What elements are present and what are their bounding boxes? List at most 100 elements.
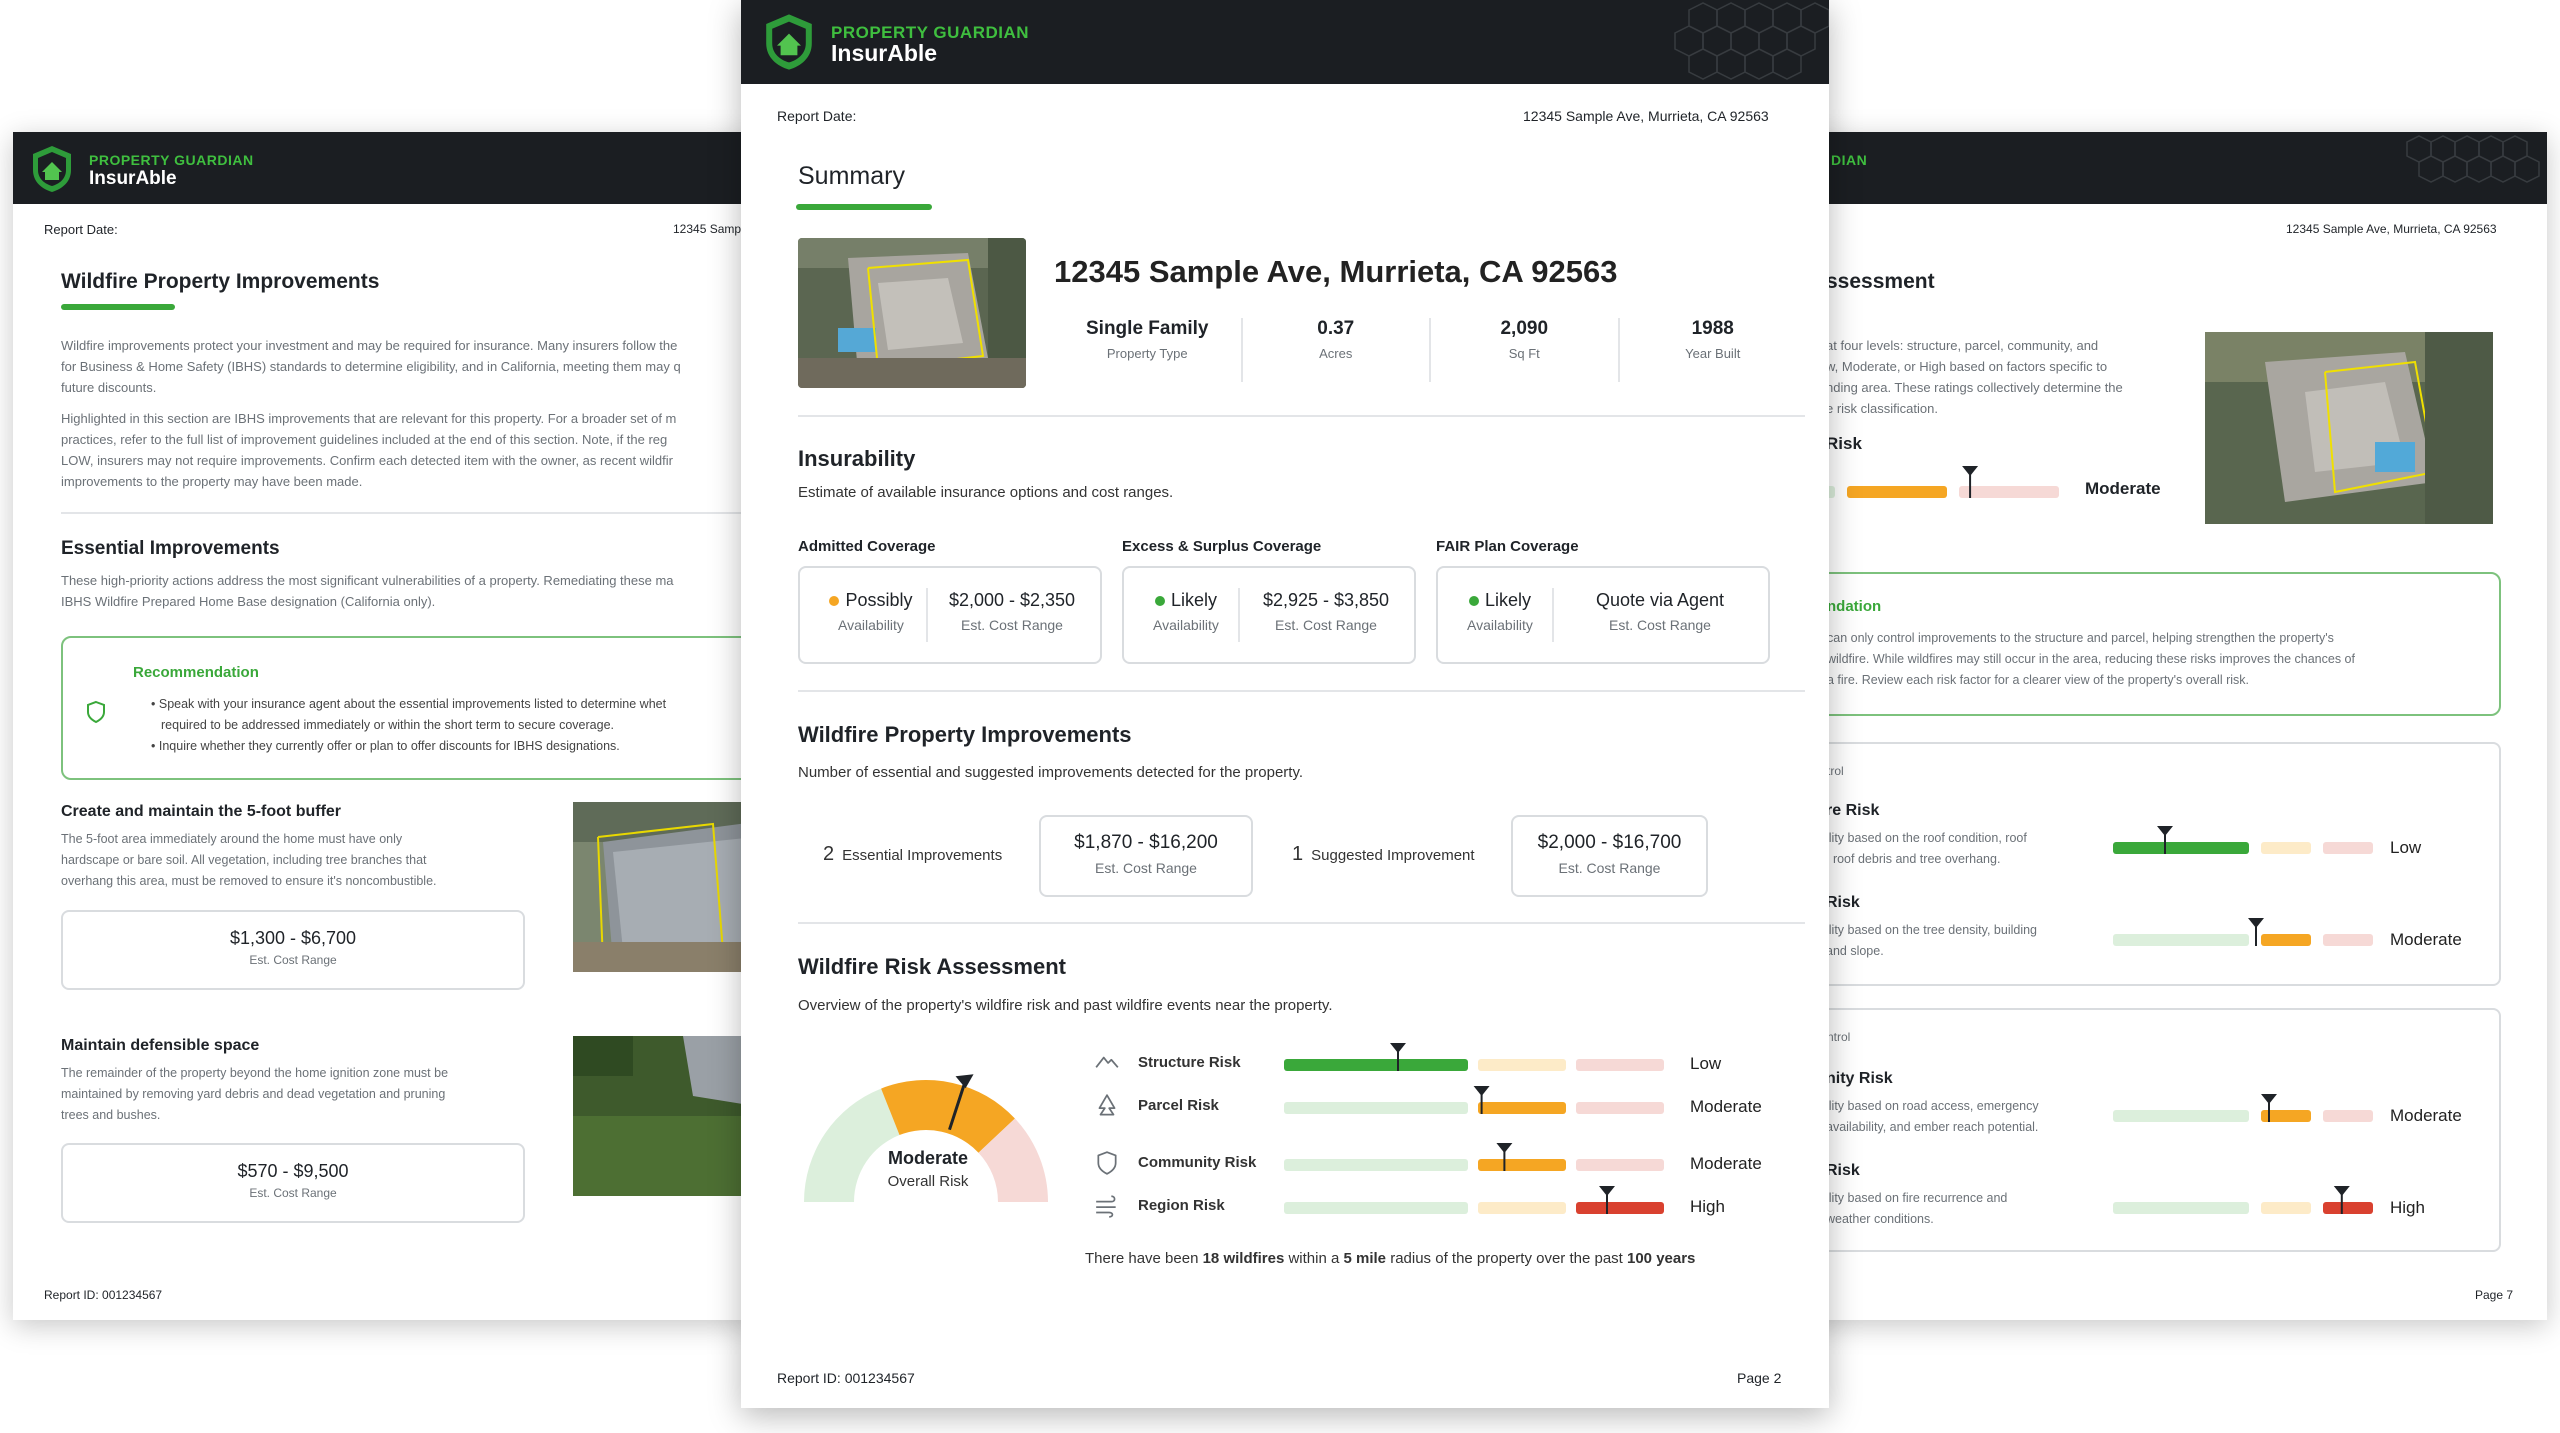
divider	[61, 512, 755, 514]
divider	[798, 922, 1805, 924]
years: 100 years	[1627, 1250, 1696, 1267]
tree-icon	[1098, 1094, 1116, 1116]
report-date-label: Report Date:	[44, 222, 118, 237]
recommendation-text: can only control improvements to the str…	[1827, 628, 2355, 691]
recommendation-text: Inquire whether they currently offer or …	[158, 739, 620, 753]
suggested-count: 1	[1292, 843, 1304, 865]
report-id-value: 001234567	[844, 1370, 915, 1386]
item1-description: The 5-foot area immediately around the h…	[61, 829, 437, 892]
shield-check-icon	[87, 700, 105, 724]
risk-segment-0	[1284, 1202, 1468, 1214]
cost-label: Est. Cost Range	[249, 1186, 337, 1200]
risk-marker	[1390, 1043, 1406, 1053]
cost-value: $2,000 - $2,350	[948, 590, 1076, 610]
risk-segment-2	[1959, 486, 2059, 498]
risk-marker	[1496, 1143, 1513, 1153]
risk-segment-0	[2113, 934, 2249, 946]
item1-cost-card: $1,300 - $6,700 Est. Cost Range	[61, 910, 525, 990]
recommendation-title: Recommendation	[133, 664, 259, 681]
assessment-line: w, Moderate, or High based on factors sp…	[1826, 359, 2108, 374]
report-id-label: Report ID:	[777, 1370, 841, 1386]
intro-line: Wildfire improvements protect your inves…	[61, 338, 678, 353]
risk-name: Parcel Risk	[1138, 1097, 1219, 1114]
report-id: Report ID: 001234567	[777, 1370, 915, 1386]
right-report-page: DIAN 12345 Sample Ave, Murrieta, CA 9256…	[1805, 132, 2547, 1320]
risk-segment-2	[2323, 1110, 2373, 1122]
risk-segment-2	[1576, 1202, 1664, 1214]
risk-bar	[2113, 1094, 2373, 1122]
intro-line: future discounts.	[61, 380, 157, 395]
recommendation-box: Recommendation • Speak with your insuran…	[61, 636, 755, 780]
risk-segment-1	[1478, 1159, 1566, 1171]
property-aerial-photo	[798, 238, 1026, 388]
risk-bar	[1284, 1086, 1664, 1114]
overall-risk-level: Moderate	[2085, 479, 2161, 498]
risk-segment-0	[1284, 1159, 1468, 1171]
availability-value-row: Possibly	[816, 590, 926, 611]
stat-acres: 0.37 Acres	[1243, 318, 1431, 382]
report-id: Report ID: 001234567	[44, 1288, 162, 1302]
stat-value: 1988	[1691, 318, 1734, 339]
risk-factor-line: ility based on fire recurrence and	[1826, 1191, 2008, 1205]
status-dot	[829, 596, 840, 606]
availability: Likely Availability	[1450, 590, 1550, 633]
essential-improvements-count: 2 Essential Improvements	[823, 843, 1002, 866]
brand-tagline: PROPERTY GUARDIAN	[89, 152, 254, 168]
risk-marker	[2157, 826, 2173, 836]
item1-cost: $1,300 - $6,700	[229, 928, 357, 948]
availability-value: Possibly	[845, 590, 913, 610]
availability: Likely Availability	[1136, 590, 1236, 633]
stat-label: Acres	[1319, 346, 1353, 361]
suggested-cost-card: $2,000 - $16,700 Est. Cost Range	[1511, 815, 1708, 897]
risk-factor-title: nity Risk	[1826, 1070, 1893, 1087]
availability-value: Likely	[1170, 590, 1218, 610]
recommendation-item: required to be addressed immediately or …	[151, 715, 666, 736]
cost-label: Est. Cost Range	[1609, 617, 1711, 633]
risk-factor-line: availability, and ember reach potential.	[1826, 1120, 2039, 1134]
item1-line: overhang this area, must be removed to e…	[61, 874, 437, 888]
risk-bar	[1284, 1186, 1664, 1214]
risk-level: High	[1690, 1197, 1725, 1216]
recommendation-text: Speak with your insurance agent about th…	[158, 697, 667, 711]
stat-sqft: 2,090 Sq Ft	[1431, 318, 1620, 382]
history-text: There have been	[1085, 1250, 1203, 1267]
essential-count: 2	[823, 843, 835, 865]
property-aerial-image	[798, 238, 1026, 388]
brand-fragment: DIAN	[1831, 152, 1868, 168]
suggested-improvements-count: 1 Suggested Improvement	[1292, 843, 1475, 866]
risk-segment-1	[2261, 842, 2311, 854]
overall-risk-fragment: Risk	[1826, 434, 1862, 453]
improvements-description: Number of essential and suggested improv…	[798, 764, 1303, 781]
risk-factor-title: Risk	[1826, 1162, 1860, 1179]
left-header: PROPERTY GUARDIAN InsurAble	[13, 132, 755, 204]
shield-logo-icon	[33, 146, 71, 192]
item2-description: The remainder of the property beyond the…	[61, 1063, 448, 1126]
risk-bar	[2113, 1186, 2373, 1214]
risk-marker	[1962, 466, 1979, 476]
suggested-label: Suggested Improvement	[1311, 847, 1475, 864]
recommendation-line: wildfire. While wildfires may still occu…	[1827, 652, 2355, 666]
risk-factor-description: ility based on fire recurrence and weathe…	[1826, 1188, 2007, 1230]
cost-value: $2,925 - $3,850	[1262, 590, 1390, 610]
risk-segment-0	[2113, 842, 2249, 854]
risk-segment-1	[1478, 1102, 1566, 1114]
risk-bar	[2113, 918, 2373, 946]
cost-label: Est. Cost Range	[1275, 617, 1377, 633]
cost-label: Est. Cost Range	[961, 617, 1063, 633]
history-text: radius of the property over the past	[1386, 1250, 1627, 1267]
risk-bar	[2113, 826, 2373, 854]
stat-label: Sq Ft	[1508, 346, 1540, 361]
cost-label: Est. Cost Range	[1095, 860, 1197, 876]
aerial-defensible-image	[573, 1036, 755, 1196]
risk-level: Low	[1690, 1054, 1722, 1073]
excess-coverage-card: Likely Availability $2,925 - $3,850 Est.…	[1122, 566, 1416, 664]
address-top: 12345 Sample Ave, Murrieta, CA 92563	[2286, 222, 2497, 236]
item2-line: maintained by removing yard debris and d…	[61, 1087, 446, 1101]
mountain-icon	[1095, 1056, 1119, 1068]
title-fragment: ssessment	[1826, 270, 1935, 293]
page-title: Wildfire Property Improvements	[61, 270, 380, 293]
wildfire-count: 18 wildfires	[1202, 1250, 1285, 1267]
highlight-line: Highlighted in this section are IBHS imp…	[61, 411, 677, 426]
stat-year-built: 1988 Year Built	[1620, 318, 1807, 382]
report-id-value: 001234567	[102, 1288, 163, 1302]
